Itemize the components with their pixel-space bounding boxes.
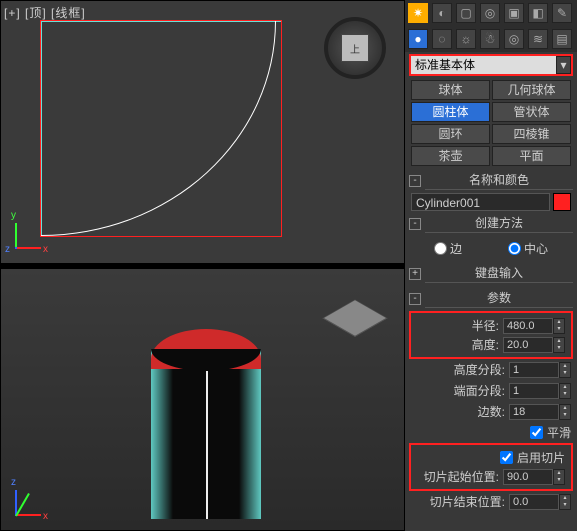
spinner-arrows-icon[interactable]: ▴▾ bbox=[553, 469, 565, 485]
spinner-arrows-icon[interactable]: ▴▾ bbox=[553, 337, 565, 353]
minus-icon[interactable]: - bbox=[409, 218, 421, 230]
geometry-type-dropdown[interactable]: 标准基本体 ▾ bbox=[409, 54, 573, 76]
slice-to-spinner[interactable]: 0.0 ▴▾ bbox=[509, 494, 571, 510]
hierarchy-tab-icon[interactable]: ▢ bbox=[456, 3, 476, 23]
modify-tab-icon[interactable]: ◐ bbox=[432, 3, 452, 23]
smooth-label: 平滑 bbox=[547, 424, 571, 441]
height-segs-input[interactable]: 1 bbox=[509, 362, 559, 378]
sides-spinner[interactable]: 18 ▴▾ bbox=[509, 404, 571, 420]
height-segs-spinner[interactable]: 1 ▴▾ bbox=[509, 362, 571, 378]
create-method-title: 创建方法 bbox=[425, 214, 573, 233]
cameras-category-icon[interactable]: ☃ bbox=[480, 29, 500, 49]
smooth-checkbox[interactable] bbox=[530, 426, 543, 439]
systems-category-icon[interactable]: ▤ bbox=[552, 29, 572, 49]
sides-input[interactable]: 18 bbox=[509, 404, 559, 420]
tube-button[interactable]: 管状体 bbox=[492, 102, 571, 122]
cylinder-button[interactable]: 圆柱体 bbox=[411, 102, 490, 122]
name-color-title: 名称和颜色 bbox=[425, 171, 573, 190]
display-tab-icon[interactable]: ▣ bbox=[504, 3, 524, 23]
chevron-down-icon[interactable]: ▾ bbox=[556, 56, 571, 74]
command-panel: ✷ ◐ ▢ ◎ ▣ ◧ ✎ ● ◌ ☼ ☃ ◎ ≋ ▤ 标准基本体 ▾ 球体 几… bbox=[405, 0, 577, 531]
primitive-buttons: 球体 几何球体 圆柱体 管状体 圆环 四棱锥 茶壶 平面 bbox=[405, 78, 577, 168]
spinner-arrows-icon[interactable]: ▴▾ bbox=[559, 494, 571, 510]
radius-spinner[interactable]: 480.0 ▴▾ bbox=[503, 318, 565, 334]
object-name-input[interactable]: Cylinder001 bbox=[411, 193, 550, 211]
minus-icon[interactable]: - bbox=[409, 175, 421, 187]
minus-icon[interactable]: - bbox=[409, 293, 421, 305]
viewcube[interactable]: 上 bbox=[324, 17, 386, 79]
height-spinner[interactable]: 20.0 ▴▾ bbox=[503, 337, 565, 353]
axis-gizmo-persp: x z bbox=[15, 476, 55, 516]
parameters-rollout-header[interactable]: - 参数 bbox=[409, 289, 573, 308]
viewport-area: [+] [顶] [线框] 上 x y z x bbox=[0, 0, 405, 531]
viewport-top[interactable]: [+] [顶] [线框] 上 x y z bbox=[0, 0, 405, 264]
slice-from-input[interactable]: 90.0 bbox=[503, 469, 553, 485]
slice-to-input[interactable]: 0.0 bbox=[509, 494, 559, 510]
cap-segs-input[interactable]: 1 bbox=[509, 383, 559, 399]
sphere-button[interactable]: 球体 bbox=[411, 80, 490, 100]
plane-button[interactable]: 平面 bbox=[492, 146, 571, 166]
motion-tab-icon[interactable]: ◎ bbox=[480, 3, 500, 23]
spinner-arrows-icon[interactable]: ▴▾ bbox=[559, 404, 571, 420]
slice-on-checkbox[interactable] bbox=[500, 451, 513, 464]
lights-category-icon[interactable]: ☼ bbox=[456, 29, 476, 49]
helpers-category-icon[interactable]: ◎ bbox=[504, 29, 524, 49]
parameters-title: 参数 bbox=[425, 289, 573, 308]
object-color-swatch[interactable] bbox=[553, 193, 571, 211]
torus-button[interactable]: 圆环 bbox=[411, 124, 490, 144]
center-radio-input[interactable] bbox=[508, 242, 521, 255]
slice-from-spinner[interactable]: 90.0 ▴▾ bbox=[503, 469, 565, 485]
height-input[interactable]: 20.0 bbox=[503, 337, 553, 353]
slice-on-label: 启用切片 bbox=[517, 449, 565, 466]
cylinder-render[interactable] bbox=[131, 309, 301, 529]
spinner-arrows-icon[interactable]: ▴▾ bbox=[559, 362, 571, 378]
viewport-perspective[interactable]: x z bbox=[0, 268, 405, 531]
cap-segs-spinner[interactable]: 1 ▴▾ bbox=[509, 383, 571, 399]
tools-tab-icon[interactable]: ✎ bbox=[552, 3, 572, 23]
create-category-row: ● ◌ ☼ ☃ ◎ ≋ ▤ bbox=[405, 26, 577, 52]
sides-label: 边数: bbox=[478, 403, 505, 420]
name-color-rollout-header[interactable]: - 名称和颜色 bbox=[409, 171, 573, 190]
edge-radio[interactable]: 边 bbox=[434, 240, 462, 257]
slice-to-label: 切片结束位置: bbox=[430, 493, 505, 510]
create-tab-icon[interactable]: ✷ bbox=[408, 3, 428, 23]
command-panel-tabs: ✷ ◐ ▢ ◎ ▣ ◧ ✎ bbox=[405, 0, 577, 26]
center-radio[interactable]: 中心 bbox=[508, 240, 548, 257]
height-segs-label: 高度分段: bbox=[454, 361, 505, 378]
height-label: 高度: bbox=[472, 336, 499, 353]
geometry-type-value: 标准基本体 bbox=[411, 56, 556, 74]
slice-from-label: 切片起始位置: bbox=[424, 468, 499, 485]
viewport-top-label[interactable]: [+] [顶] [线框] bbox=[4, 4, 86, 21]
keyboard-entry-rollout-header[interactable]: + 键盘输入 bbox=[409, 264, 573, 283]
spinner-arrows-icon[interactable]: ▴▾ bbox=[553, 318, 565, 334]
keyboard-entry-title: 键盘输入 bbox=[425, 264, 573, 283]
radius-label: 半径: bbox=[472, 317, 499, 334]
utilities-tab-icon[interactable]: ◧ bbox=[528, 3, 548, 23]
cap-segs-label: 端面分段: bbox=[454, 382, 505, 399]
geometry-category-icon[interactable]: ● bbox=[408, 29, 428, 49]
create-method-rollout-header[interactable]: - 创建方法 bbox=[409, 214, 573, 233]
geosphere-button[interactable]: 几何球体 bbox=[492, 80, 571, 100]
viewcube-face[interactable]: 上 bbox=[341, 34, 369, 62]
viewcube-perspective[interactable] bbox=[332, 295, 378, 341]
plus-icon[interactable]: + bbox=[409, 268, 421, 280]
radius-input[interactable]: 480.0 bbox=[503, 318, 553, 334]
spacewarps-category-icon[interactable]: ≋ bbox=[528, 29, 548, 49]
spinner-arrows-icon[interactable]: ▴▾ bbox=[559, 383, 571, 399]
top-view-drawing bbox=[41, 21, 281, 241]
pyramid-button[interactable]: 四棱锥 bbox=[492, 124, 571, 144]
axis-gizmo-top: x y z bbox=[15, 209, 55, 249]
edge-radio-input[interactable] bbox=[434, 242, 447, 255]
teapot-button[interactable]: 茶壶 bbox=[411, 146, 490, 166]
shapes-category-icon[interactable]: ◌ bbox=[432, 29, 452, 49]
